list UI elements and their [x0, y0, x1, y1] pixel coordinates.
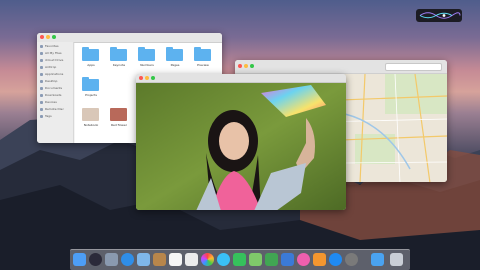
dock — [70, 249, 410, 270]
folder-item[interactable]: Pages — [163, 47, 187, 69]
finder-sidebar: Favorites All My Files iCloud Drive AirD… — [37, 42, 74, 143]
ibooks-icon[interactable] — [313, 253, 326, 266]
maps-icon[interactable] — [249, 253, 262, 266]
finder-icon[interactable] — [73, 253, 86, 266]
folder-icon — [166, 47, 183, 61]
file-item[interactable]: Notebook — [79, 107, 103, 129]
folder-item[interactable]: Apps — [79, 47, 103, 69]
folder-item[interactable]: Projects — [79, 77, 103, 99]
minimize-button[interactable] — [244, 64, 248, 68]
photos-icon[interactable] — [201, 253, 214, 266]
folder-icon — [40, 44, 43, 48]
close-button[interactable] — [40, 35, 44, 39]
download-icon — [40, 93, 43, 97]
disc-icon — [40, 107, 43, 111]
image-thumbnail-icon — [82, 108, 99, 121]
zoom-button[interactable] — [151, 76, 155, 80]
tag-icon — [40, 114, 43, 118]
appstore-icon[interactable] — [329, 253, 342, 266]
siri-panel[interactable] — [416, 9, 462, 22]
photos-window[interactable] — [136, 74, 346, 210]
trash-icon[interactable] — [390, 253, 403, 266]
search-input[interactable] — [385, 63, 442, 71]
preferences-icon[interactable] — [345, 253, 358, 266]
zoom-button[interactable] — [250, 64, 254, 68]
downloads-icon[interactable] — [371, 253, 384, 266]
desktop: Favorites All My Files iCloud Drive AirD… — [0, 0, 480, 270]
sidebar-item[interactable]: Favorites — [40, 43, 73, 49]
siri-icon — [419, 12, 461, 19]
sidebar-item[interactable]: Documents — [40, 85, 73, 91]
folder-icon — [110, 47, 127, 61]
calendar-icon[interactable] — [169, 253, 182, 266]
photos-toolbar[interactable] — [136, 74, 346, 83]
applications-icon — [40, 72, 43, 76]
facetime-icon[interactable] — [233, 253, 246, 266]
sidebar-item[interactable]: Downloads — [40, 92, 73, 98]
folder-item[interactable]: Preview — [191, 47, 215, 69]
folder-icon — [40, 51, 43, 55]
folder-item[interactable]: Numbers — [135, 47, 159, 69]
sidebar-item[interactable]: iCloud Drive — [40, 57, 73, 63]
folder-icon — [138, 47, 155, 61]
sidebar-item[interactable]: Remote Disc — [40, 106, 73, 112]
launchpad-icon[interactable] — [105, 253, 118, 266]
numbers-icon[interactable] — [265, 253, 278, 266]
mail-icon[interactable] — [137, 253, 150, 266]
siri-icon[interactable] — [89, 253, 102, 266]
maps-toolbar[interactable] — [235, 60, 447, 74]
notes-icon[interactable] — [153, 253, 166, 266]
sidebar-item[interactable]: Devices — [40, 99, 73, 105]
close-button[interactable] — [238, 64, 242, 68]
document-icon — [40, 86, 43, 90]
minimize-button[interactable] — [46, 35, 50, 39]
minimize-button[interactable] — [145, 76, 149, 80]
folder-icon — [194, 47, 211, 61]
sidebar-item[interactable]: Tags — [40, 113, 73, 119]
image-thumbnail-icon — [110, 108, 127, 121]
sidebar-item[interactable]: AirDrop — [40, 64, 73, 70]
sidebar-item[interactable]: All My Files — [40, 50, 73, 56]
reminders-icon[interactable] — [185, 253, 198, 266]
file-item[interactable]: Red flower — [107, 107, 131, 129]
messages-icon[interactable] — [217, 253, 230, 266]
folder-icon — [82, 47, 99, 61]
device-icon — [40, 100, 43, 104]
airdrop-icon — [40, 65, 43, 69]
close-button[interactable] — [139, 76, 143, 80]
keynote-icon[interactable] — [281, 253, 294, 266]
photo-image — [136, 83, 346, 210]
safari-icon[interactable] — [121, 253, 134, 266]
folder-icon — [82, 77, 99, 91]
itunes-icon[interactable] — [297, 253, 310, 266]
cloud-icon — [40, 58, 43, 62]
zoom-button[interactable] — [52, 35, 56, 39]
desktop-icon — [40, 79, 43, 83]
folder-item[interactable]: Keynote — [107, 47, 131, 69]
sidebar-item[interactable]: Applications — [40, 71, 73, 77]
sidebar-item[interactable]: Desktop — [40, 78, 73, 84]
